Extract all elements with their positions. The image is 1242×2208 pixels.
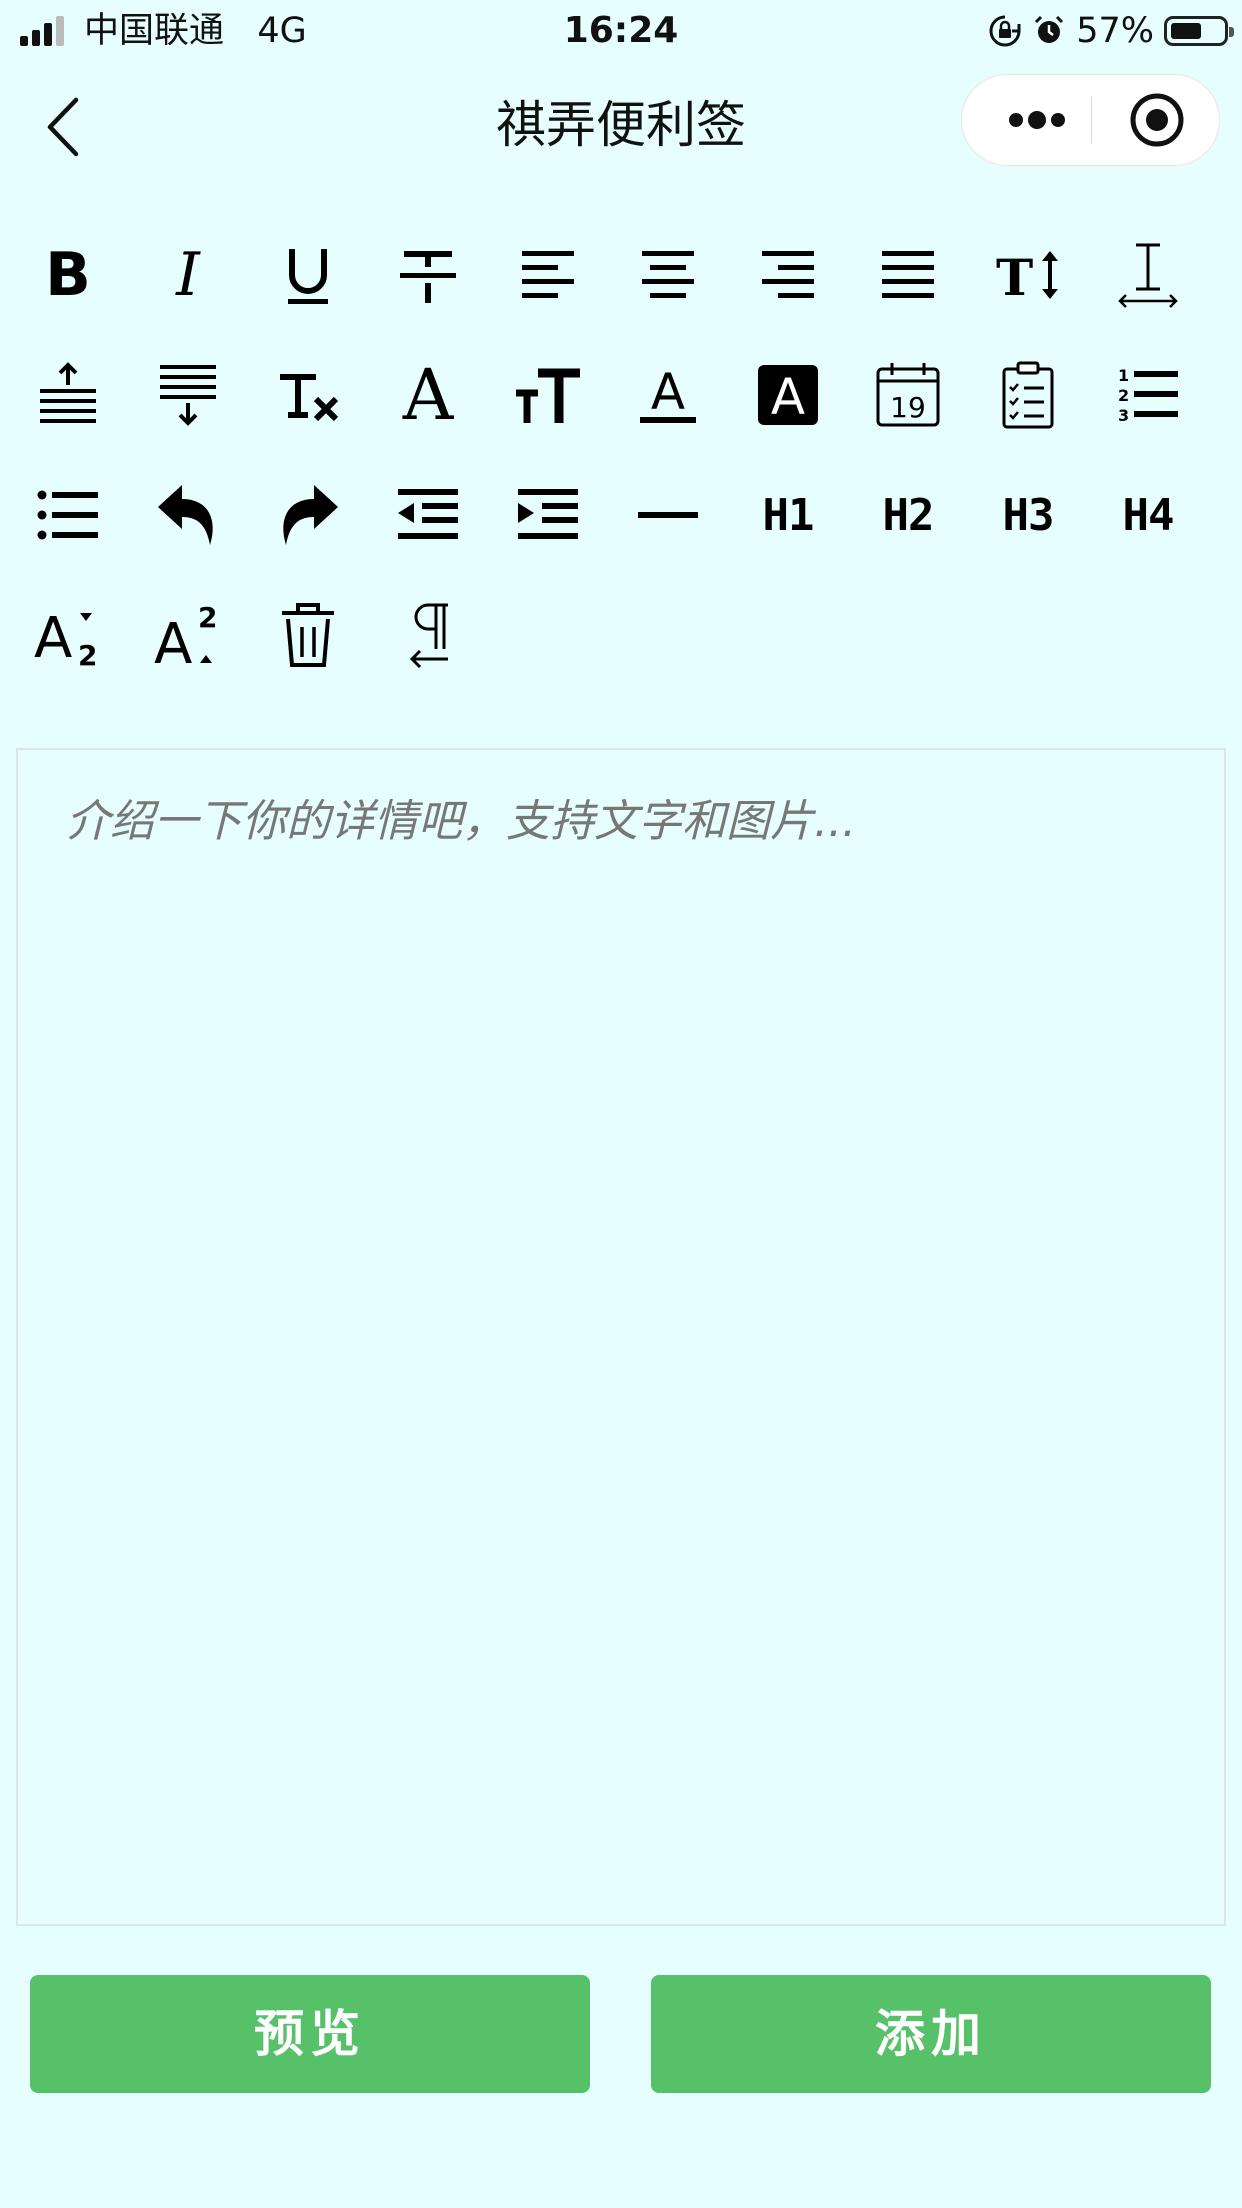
align-right-icon (762, 251, 814, 298)
toolbar-row: A A A 19 1 2 3 (8, 335, 1228, 455)
battery-icon (1164, 16, 1234, 46)
bullet-list-button[interactable] (8, 455, 128, 575)
remove-format-button[interactable] (248, 335, 368, 455)
superscript-icon: A 2 (154, 601, 217, 671)
font-color-button[interactable]: A (608, 335, 728, 455)
svg-text:3: 3 (1118, 406, 1129, 425)
horizontal-rule-button[interactable] (608, 455, 728, 575)
trash-icon (282, 603, 334, 667)
bold-button[interactable]: B (8, 215, 128, 335)
redo-button[interactable] (248, 455, 368, 575)
h3-icon: H3 (1002, 489, 1055, 541)
toolbar-row: H1 H2 H3 H4 (8, 455, 1228, 575)
toolbar-row: B I T (8, 215, 1228, 335)
more-dots-icon[interactable] (1002, 75, 1072, 165)
ordered-list-icon: 1 2 3 (1118, 366, 1178, 425)
rotation-lock-icon (989, 15, 1021, 47)
font-color-icon: A (640, 363, 696, 423)
remove-format-icon (280, 374, 339, 422)
align-justify-icon (882, 251, 934, 298)
margin-top-button[interactable] (8, 335, 128, 455)
undo-icon (158, 485, 213, 545)
italic-button[interactable]: I (128, 215, 248, 335)
strikethrough-button[interactable] (368, 215, 488, 335)
horizontal-rule-icon (638, 512, 698, 518)
background-color-icon: A (758, 365, 818, 426)
svg-text:1: 1 (1118, 366, 1129, 385)
line-height-icon: T (996, 248, 1058, 307)
svg-text:A: A (34, 606, 72, 671)
undo-button[interactable] (128, 455, 248, 575)
svg-text:T: T (996, 248, 1033, 307)
font-size-icon (516, 368, 580, 423)
subscript-icon: A 2 (34, 606, 97, 671)
heading-3-button[interactable]: H3 (968, 455, 1088, 575)
alarm-icon (1035, 15, 1064, 43)
underline-button[interactable] (248, 215, 368, 335)
align-center-button[interactable] (608, 215, 728, 335)
miniprogram-capsule (961, 74, 1220, 166)
toolbar-row: A 2 A 2 (8, 575, 1228, 695)
background-color-button[interactable]: A (728, 335, 848, 455)
margin-bottom-button[interactable] (128, 335, 248, 455)
ordered-list-button[interactable]: 1 2 3 (1088, 335, 1208, 455)
heading-2-button[interactable]: H2 (848, 455, 968, 575)
bold-icon: B (45, 240, 91, 310)
h1-icon: H1 (762, 489, 815, 541)
letter-spacing-button[interactable] (1088, 215, 1208, 335)
editor-placeholder: 介绍一下你的详情吧，支持文字和图片... (66, 796, 856, 847)
heading-4-button[interactable]: H4 (1088, 455, 1208, 575)
svg-text:A: A (154, 612, 192, 671)
add-button[interactable]: 添加 (651, 1975, 1211, 2093)
checklist-button[interactable] (968, 335, 1088, 455)
indent-icon (518, 489, 578, 539)
align-left-button[interactable] (488, 215, 608, 335)
underline-icon (288, 249, 328, 304)
h2-icon: H2 (882, 489, 935, 541)
subscript-button[interactable]: A 2 (8, 575, 128, 695)
checklist-icon (1002, 361, 1054, 429)
margin-top-icon (40, 362, 96, 423)
battery-percent: 57% (1076, 11, 1154, 51)
svg-text:A: A (651, 363, 685, 421)
nav-bar: 祺弄便利签 (0, 62, 1242, 190)
svg-text:2: 2 (1118, 386, 1129, 405)
svg-text:19: 19 (890, 391, 926, 424)
indent-button[interactable] (488, 455, 608, 575)
align-justify-button[interactable] (848, 215, 968, 335)
clear-button[interactable] (248, 575, 368, 695)
align-center-icon (642, 251, 694, 298)
outdent-button[interactable] (368, 455, 488, 575)
margin-bottom-icon (160, 365, 216, 426)
bullet-list-icon (37, 490, 98, 540)
italic-icon: I (176, 240, 200, 310)
insert-date-button[interactable]: 19 (848, 335, 968, 455)
preview-button[interactable]: 预览 (30, 1975, 590, 2093)
font-family-icon: A (402, 354, 454, 436)
svg-text:A: A (771, 368, 805, 426)
editor-toolbar: B I T A A A 19 1 2 3 H1 H2 H3 H4 A 2 A 2 (8, 215, 1228, 695)
status-bar: 中国联通 4G 16:24 57% (0, 0, 1242, 62)
font-family-button[interactable]: A (368, 335, 488, 455)
text-direction-button[interactable] (368, 575, 488, 695)
align-right-button[interactable] (728, 215, 848, 335)
close-miniprogram-icon[interactable] (1112, 75, 1202, 165)
rich-text-editor[interactable]: 介绍一下你的详情吧，支持文字和图片... (16, 748, 1226, 1926)
svg-text:2: 2 (78, 639, 97, 671)
letter-spacing-icon (1118, 243, 1178, 308)
font-size-button[interactable] (488, 335, 608, 455)
capsule-divider (1091, 97, 1092, 143)
align-left-icon (522, 251, 574, 298)
paragraph-direction-icon (409, 603, 448, 669)
h4-icon: H4 (1122, 489, 1175, 541)
heading-1-button[interactable]: H1 (728, 455, 848, 575)
svg-text:2: 2 (198, 601, 217, 634)
calendar-icon: 19 (876, 363, 940, 427)
strikethrough-icon (400, 251, 456, 303)
line-height-button[interactable]: T (968, 215, 1088, 335)
redo-icon (283, 485, 338, 545)
outdent-icon (398, 489, 458, 539)
superscript-button[interactable]: A 2 (128, 575, 248, 695)
status-right-group: 57% (988, 8, 1234, 54)
